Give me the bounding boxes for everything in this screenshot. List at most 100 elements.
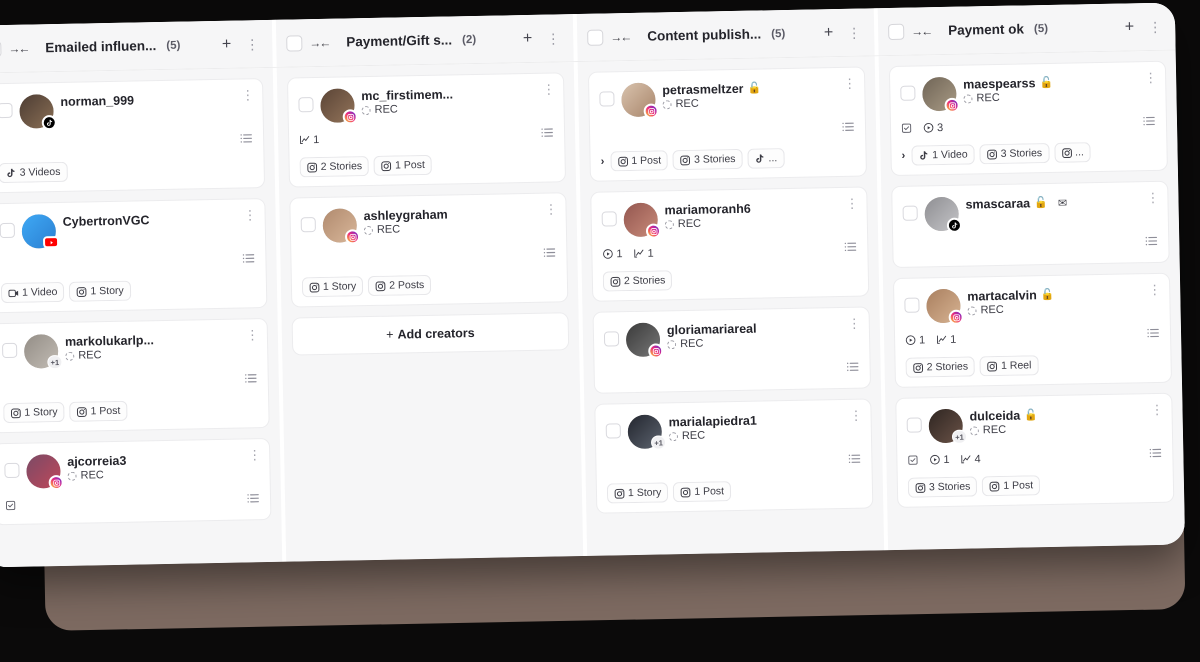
content-pill[interactable]: 2 Stories — [299, 156, 370, 178]
card-menu-button[interactable]: ⋮ — [246, 327, 259, 342]
content-pill[interactable]: 2 Posts — [368, 274, 432, 297]
card-details-icon[interactable] — [843, 240, 857, 259]
card-menu-button[interactable]: ⋮ — [1148, 282, 1161, 297]
card-details-icon[interactable] — [540, 125, 554, 144]
add-card-button[interactable]: + — [218, 35, 236, 52]
content-pill[interactable]: 1 Story — [69, 280, 131, 302]
content-pill[interactable]: 1 Post — [673, 481, 732, 503]
creator-card[interactable]: ⋮ +1 marialapiedra1 REC 1 Story 1 Post — [594, 398, 874, 514]
add-card-button[interactable]: + — [519, 29, 537, 46]
card-select-checkbox[interactable] — [298, 97, 314, 113]
column-menu-button[interactable]: ⋮ — [844, 24, 864, 40]
creator-card[interactable]: ⋮ gloriamariareal REC — [592, 306, 872, 394]
content-pill[interactable]: 3 Stories — [672, 148, 743, 171]
card-menu-button[interactable]: ⋮ — [248, 447, 261, 462]
content-pill[interactable]: 3 Stories — [979, 142, 1050, 165]
card-menu-button[interactable]: ⋮ — [241, 87, 254, 102]
card-select-checkbox[interactable] — [605, 423, 621, 439]
creator-card[interactable]: ⋮ +1 markolukarlp... REC 1 Story 1 Post — [0, 318, 270, 434]
content-pill[interactable]: 1 Post — [69, 400, 128, 422]
card-select-checkbox[interactable] — [601, 211, 617, 227]
content-pill[interactable]: ... — [747, 148, 785, 169]
card-select-checkbox[interactable] — [2, 342, 18, 359]
card-details-icon[interactable] — [841, 120, 855, 139]
content-pill[interactable]: 1 Story — [3, 401, 65, 424]
column-menu-button[interactable]: ⋮ — [1145, 18, 1165, 34]
creator-card[interactable]: ⋮ CybertronVGC 1 Video 1 Story — [0, 198, 268, 314]
collapse-column-icon[interactable]: →← — [610, 29, 630, 43]
content-pill[interactable]: 1 Post — [373, 154, 433, 176]
content-pill[interactable]: 1 Reel — [979, 355, 1039, 377]
card-select-checkbox[interactable] — [4, 462, 20, 479]
content-pill[interactable]: 2 Stories — [905, 356, 976, 378]
add-creators-button[interactable]: + Add creators — [291, 312, 570, 356]
add-card-button[interactable]: + — [1121, 18, 1139, 35]
card-select-checkbox[interactable] — [906, 417, 922, 433]
expand-chevron-icon[interactable]: › — [601, 156, 605, 168]
content-pill[interactable]: 1 Story — [301, 276, 364, 298]
collapse-column-icon[interactable]: →← — [8, 41, 28, 55]
card-details-icon[interactable] — [1148, 446, 1162, 465]
content-pill[interactable]: 3 Stories — [907, 476, 978, 498]
creator-card[interactable]: ⋮ mariamoranh6 REC 1 1 2 Stories — [590, 186, 870, 302]
column-select-checkbox[interactable] — [0, 40, 2, 57]
column-select-checkbox[interactable] — [587, 29, 604, 46]
card-menu-button[interactable]: ⋮ — [849, 408, 862, 423]
card-menu-button[interactable]: ⋮ — [1144, 70, 1157, 85]
card-details-icon[interactable] — [542, 245, 556, 264]
content-pill[interactable]: 1 Post — [982, 475, 1041, 497]
creator-card[interactable]: ⋮ norman_999 3 Videos — [0, 78, 266, 194]
card-menu-button[interactable]: ⋮ — [843, 76, 856, 91]
creator-card[interactable]: ⋮ petrasmeltzer 🔓 REC › 1 Post 3 Stories... — [587, 66, 867, 182]
card-details-icon[interactable] — [1144, 234, 1158, 253]
creator-card[interactable]: ⋮ +1 dulceida 🔓 REC 1 4 3 Stories 1 Post — [895, 392, 1175, 508]
content-pill[interactable]: 1 Video — [911, 144, 975, 166]
card-select-checkbox[interactable] — [0, 102, 13, 119]
card-select-checkbox[interactable] — [902, 205, 918, 221]
mail-icon[interactable]: ✉ — [1058, 196, 1067, 209]
content-pill[interactable]: 2 Stories — [602, 270, 673, 292]
column-menu-button[interactable]: ⋮ — [543, 30, 563, 46]
card-select-checkbox[interactable] — [300, 217, 316, 233]
creator-card[interactable]: ⋮ smascaraa 🔓 ✉ — [891, 180, 1170, 268]
expand-chevron-icon[interactable]: › — [901, 150, 905, 162]
avatar — [320, 88, 358, 125]
card-details-icon[interactable] — [1142, 114, 1156, 133]
card-menu-button[interactable]: ⋮ — [1146, 190, 1159, 205]
card-menu-button[interactable]: ⋮ — [544, 201, 557, 216]
content-pill[interactable]: ... — [1053, 142, 1092, 163]
card-select-checkbox[interactable] — [904, 297, 920, 313]
column-select-checkbox[interactable] — [286, 34, 303, 52]
collapse-column-icon[interactable]: →← — [309, 35, 329, 49]
card-menu-button[interactable]: ⋮ — [243, 207, 256, 222]
card-menu-button[interactable]: ⋮ — [1150, 402, 1163, 417]
card-details-icon[interactable] — [847, 452, 861, 471]
card-menu-button[interactable]: ⋮ — [845, 196, 858, 211]
add-card-button[interactable]: + — [820, 24, 838, 41]
card-details-icon[interactable] — [244, 371, 258, 390]
card-select-checkbox[interactable] — [900, 85, 916, 101]
card-details-icon[interactable] — [241, 251, 255, 270]
content-pill[interactable]: 3 Videos — [0, 161, 68, 184]
creator-card[interactable]: ⋮ martacalvin 🔓 REC 1 1 2 Stories 1 Reel — [892, 272, 1172, 388]
creator-card[interactable]: ⋮ maespearss 🔓 REC 3 › 1 Video 3 Stories... — [888, 60, 1168, 177]
card-details-icon[interactable] — [246, 491, 260, 510]
column-header: →← Content publish... (5) + ⋮ — [576, 8, 879, 62]
creator-card[interactable]: ⋮ ashleygraham REC 1 Story 2 Posts — [289, 192, 569, 308]
column-select-checkbox[interactable] — [888, 23, 905, 40]
card-details-icon[interactable] — [1146, 326, 1160, 345]
collapse-column-icon[interactable]: →← — [911, 24, 931, 38]
content-pill[interactable]: 1 Video — [0, 281, 65, 304]
card-select-checkbox[interactable] — [0, 222, 15, 239]
column-menu-button[interactable]: ⋮ — [242, 36, 262, 52]
content-pill[interactable]: 1 Story — [606, 482, 669, 504]
card-details-icon[interactable] — [239, 131, 253, 150]
card-details-icon[interactable] — [845, 360, 859, 379]
creator-card[interactable]: ⋮ mc_firstimem... REC 1 2 Stories 1 Post — [286, 72, 567, 188]
creator-card[interactable]: ⋮ ajcorreia3 REC — [0, 437, 272, 526]
card-select-checkbox[interactable] — [599, 91, 615, 107]
card-menu-button[interactable]: ⋮ — [542, 81, 555, 96]
card-menu-button[interactable]: ⋮ — [848, 316, 861, 331]
card-select-checkbox[interactable] — [603, 331, 620, 347]
content-pill[interactable]: 1 Post — [610, 150, 669, 172]
